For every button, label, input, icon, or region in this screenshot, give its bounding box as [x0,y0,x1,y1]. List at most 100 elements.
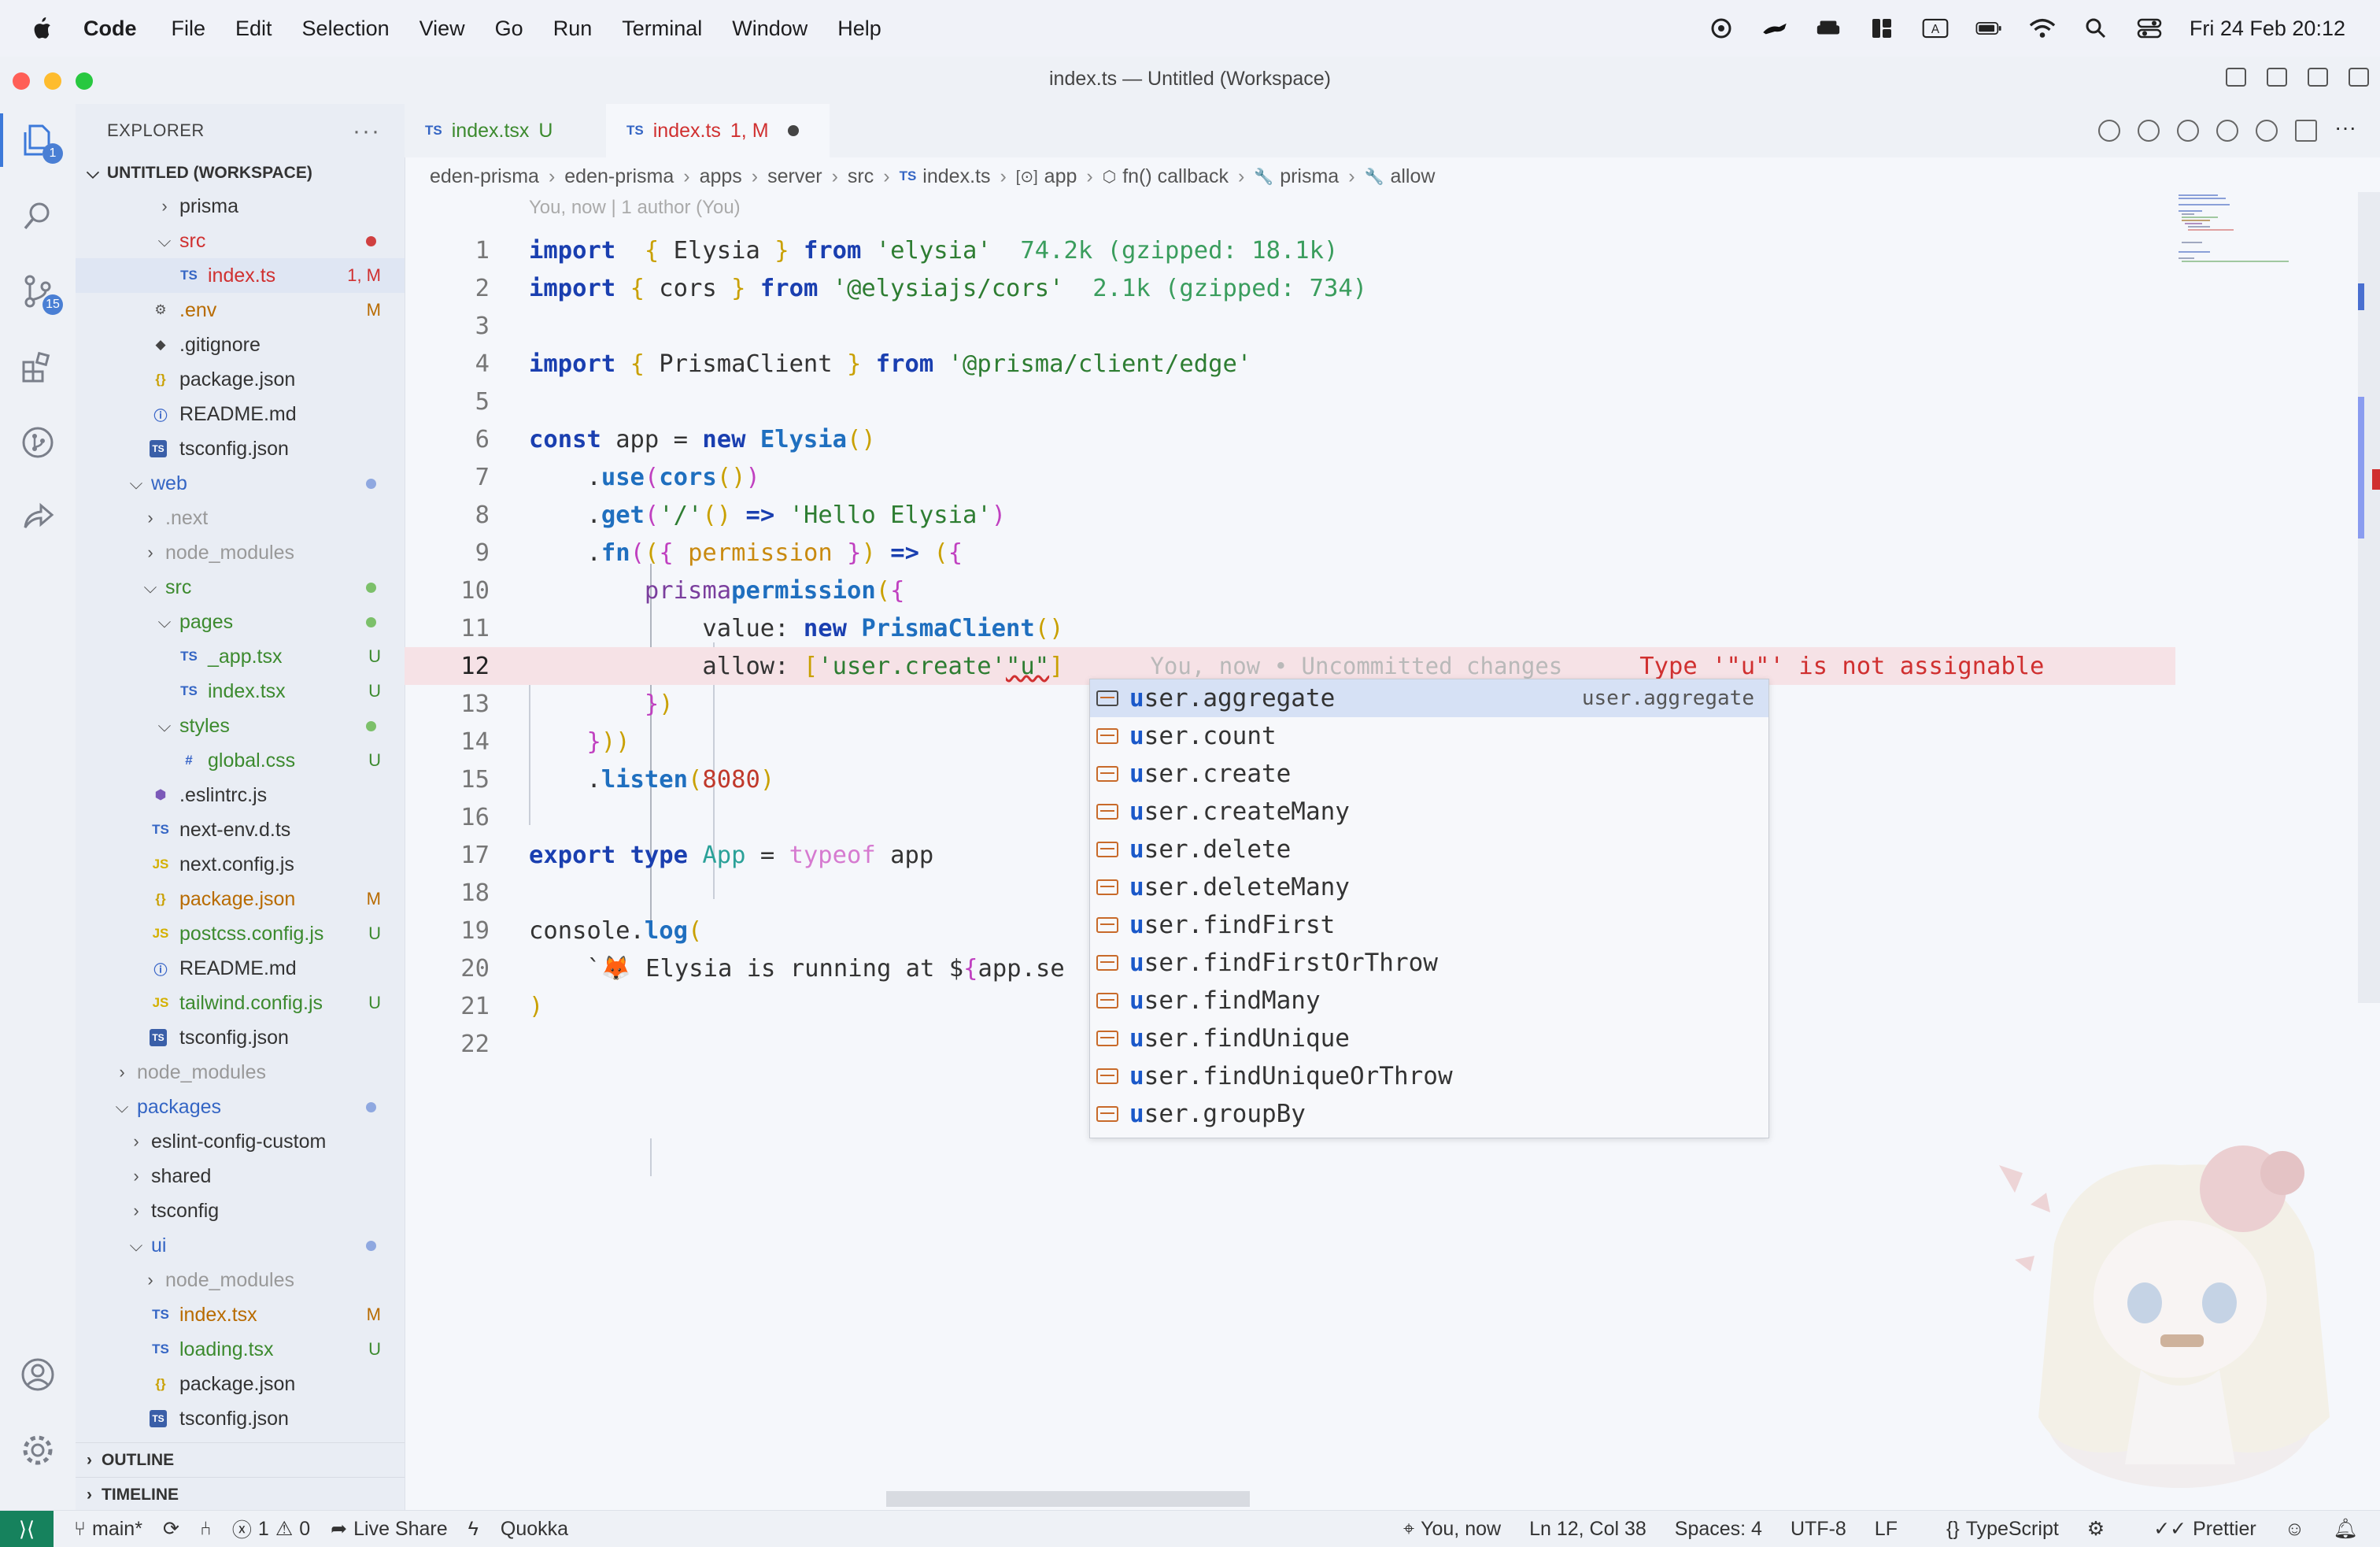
breadcrumb-item[interactable]: index.ts [922,165,990,188]
tree-file[interactable]: # global.css U [76,743,405,778]
breadcrumb-item[interactable]: src [848,165,874,188]
suggestion-item[interactable]: user.count [1090,717,1768,755]
menu-edit[interactable]: Edit [235,17,272,41]
car-icon[interactable] [1815,17,1842,40]
tree-file[interactable]: {} package.json [76,1367,405,1401]
breadcrumb-item[interactable]: prisma [1280,165,1339,188]
tree-file[interactable]: {} package.json M [76,882,405,916]
menu-help[interactable]: Help [837,17,881,41]
menubar-clock[interactable]: Fri 24 Feb 20:12 [2190,17,2345,41]
breadcrumb-item[interactable]: apps [700,165,742,188]
tree-file[interactable]: {} package.json [76,362,405,397]
code-line[interactable]: 6 const app = new Elysia() [405,420,2175,458]
menu-app-name[interactable]: Code [83,17,137,41]
suggestion-item[interactable]: user.findMany [1090,982,1768,1020]
code-line[interactable]: 1 import { Elysia } from 'elysia' 74.2k (… [405,231,2175,269]
code-line[interactable]: 4 import { PrismaClient } from '@prisma/c… [405,345,2175,383]
battery-icon[interactable] [1975,17,2002,40]
menu-selection[interactable]: Selection [302,17,390,41]
tree-file[interactable]: TS tsconfig.json [76,1020,405,1055]
outline-section[interactable]: › OUTLINE [76,1442,405,1477]
tab-index-ts[interactable]: TS index.ts 1, M [606,104,830,157]
git-graph-status-icon[interactable]: ⑃ [200,1518,212,1541]
tree-file[interactable]: TS next-env.d.ts [76,812,405,847]
breadcrumb-item[interactable]: fn() callback [1122,165,1229,188]
tab-index-tsx[interactable]: TS index.tsx U [405,104,606,157]
live-share-status[interactable]: ➦ Live Share [331,1517,447,1541]
code-line[interactable]: 11 value: new PrismaClient() [405,609,2175,647]
spotlight-search-icon[interactable] [2082,17,2109,40]
live-share-icon[interactable] [19,499,57,537]
problems-status[interactable]: ⓧ 1 ⚠ 0 [232,1515,310,1543]
extensions-icon[interactable] [19,348,57,386]
suggestion-item[interactable]: user.create [1090,755,1768,793]
customize-layout-icon[interactable] [2349,68,2369,87]
autocomplete-suggest-widget[interactable]: user.aggregate user.aggregate user.count us… [1089,679,1769,1138]
suggestion-item[interactable]: user.createMany [1090,793,1768,831]
more-actions-icon[interactable]: ··· [2334,117,2356,142]
code-line[interactable]: 8 . get('/'() => 'Hello Elysia') [405,496,2175,534]
tree-folder[interactable]: ⌵ web [76,466,405,501]
code-line[interactable]: 9 . fn(({ permission }) => ({ [405,534,2175,572]
tree-folder[interactable]: ⌵ src [76,570,405,605]
quokka-status[interactable]: ϟ Quokka [468,1518,568,1541]
tree-file[interactable]: TS loading.tsx U [76,1332,405,1367]
cat-icon[interactable] [1761,17,1788,40]
code-line[interactable]: 10 prisma permission({ [405,572,2175,609]
indentation-status[interactable]: Spaces: 4 [1675,1518,1762,1541]
toggle-panel-icon[interactable] [2267,68,2287,87]
tree-folder[interactable]: › node_modules [76,535,405,570]
workspace-header[interactable]: ⌵ UNTITLED (WORKSPACE) [76,157,405,189]
toggle-secondary-sidebar-icon[interactable] [2308,68,2328,87]
suggestion-item[interactable]: user.findFirst [1090,906,1768,944]
code-line[interactable]: 3 [405,307,2175,345]
breadcrumb-item[interactable]: eden-prisma [430,165,539,188]
tree-folder[interactable]: › node_modules [76,1055,405,1090]
tree-file[interactable]: JS postcss.config.js U [76,916,405,951]
source-control-icon[interactable]: 15 [19,272,63,315]
tree-file[interactable]: JS next.config.js [76,847,405,882]
open-changes-icon[interactable] [2098,120,2120,142]
tree-folder[interactable]: ⌵ packages [76,1090,405,1124]
language-mode-status[interactable]: {} TypeScript [1946,1518,2059,1541]
menu-window[interactable]: Window [732,17,808,41]
breadcrumb-item[interactable]: server [767,165,822,188]
tree-file[interactable]: ⓘ README.md [76,951,405,986]
next-change-icon[interactable] [2216,120,2238,142]
git-graph-icon[interactable] [19,424,57,461]
suggestion-item[interactable]: user.delete [1090,831,1768,868]
settings-sync-icon[interactable]: ⚙ [2087,1517,2105,1541]
tree-file[interactable]: TS tsconfig.json [76,1401,405,1436]
manage-gear-icon[interactable] [19,1431,57,1469]
tree-file[interactable]: ⚙ .env M [76,293,405,328]
remote-indicator-icon[interactable]: ⟩⟨ [0,1511,54,1547]
tree-file[interactable]: JS tailwind.config.js U [76,986,405,1020]
timeline-section[interactable]: › TIMELINE [76,1477,405,1512]
timeline-icon[interactable] [2256,120,2278,142]
tree-folder[interactable]: › eslint-config-custom [76,1124,405,1159]
breadcrumb-item[interactable]: eden-prisma [564,165,674,188]
eol-status[interactable]: LF [1875,1518,1898,1541]
wifi-icon[interactable] [2029,17,2056,40]
tree-folder[interactable]: › node_modules [76,1263,405,1297]
accounts-icon[interactable] [19,1356,57,1393]
cursor-position[interactable]: Ln 12, Col 38 [1529,1518,1646,1541]
prettier-status[interactable]: ✓✓ Prettier [2153,1517,2256,1541]
input-source-icon[interactable]: A [1922,17,1949,40]
tree-file[interactable]: TS _app.tsx U [76,639,405,674]
tree-file[interactable]: ⓘ README.md [76,397,405,431]
tree-folder[interactable]: › tsconfig [76,1194,405,1228]
tree-file[interactable]: TS index.tsx M [76,1297,405,1332]
tree-file[interactable]: TS index.ts 1, M [76,258,405,293]
tree-file[interactable]: TS index.tsx U [76,674,405,709]
feedback-icon[interactable]: ☺ [2285,1518,2305,1541]
tree-file[interactable]: TS tsconfig.json [76,431,405,466]
git-blame-status[interactable]: ⌖ You, now [1403,1518,1501,1541]
suggestion-item[interactable]: user.deleteMany [1090,868,1768,906]
menu-run[interactable]: Run [553,17,593,41]
tree-file[interactable]: ⬢ .eslintrc.js [76,778,405,812]
previous-change-icon[interactable] [2177,120,2199,142]
go-back-icon[interactable] [2138,120,2160,142]
apple-icon[interactable] [30,16,52,41]
suggestion-item[interactable]: user.findFirstOrThrow [1090,944,1768,982]
